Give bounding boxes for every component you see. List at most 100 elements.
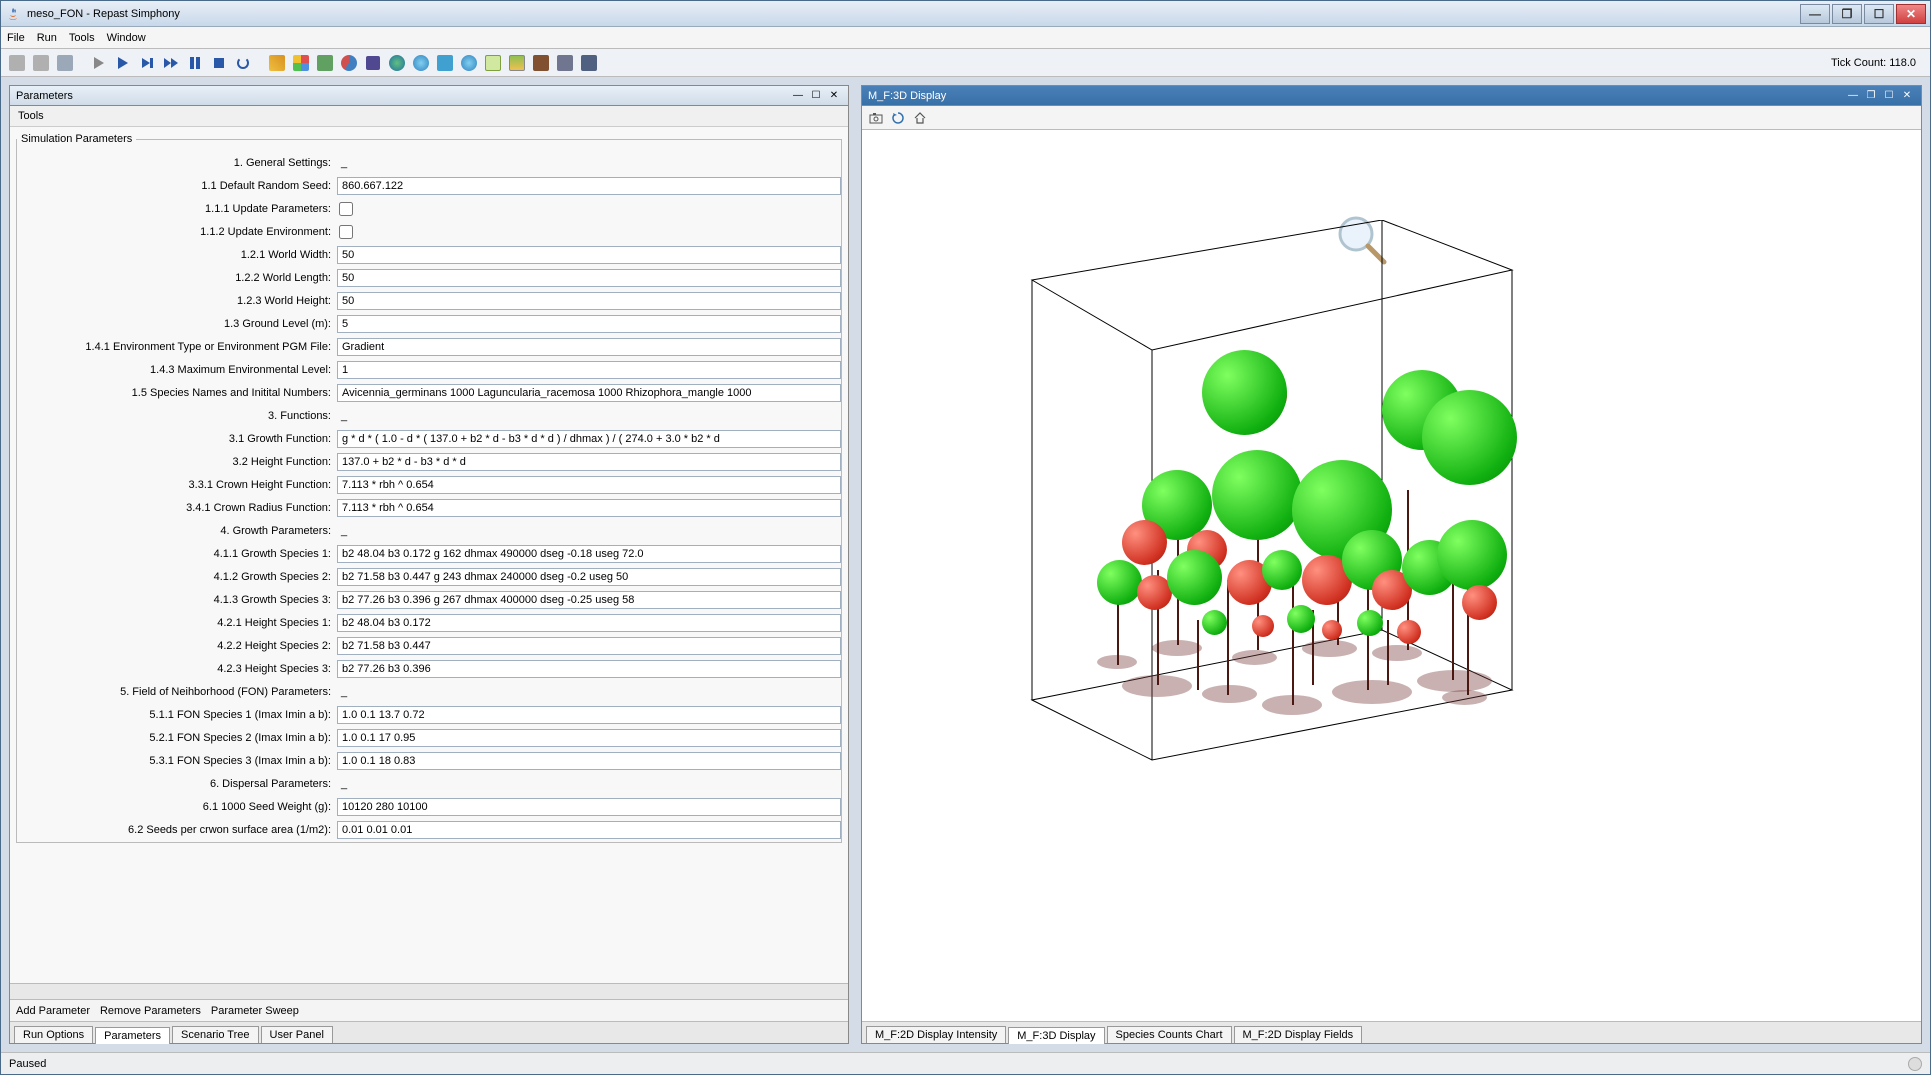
param-label: 4.2.2 Height Species 2:: [17, 640, 337, 652]
step-button[interactable]: [137, 53, 157, 73]
app-window: meso_FON - Repast Simphony — ❐ ☐ ✕ File …: [0, 0, 1931, 1075]
param-input[interactable]: [337, 269, 841, 287]
add-parameter-link[interactable]: Add Parameter: [16, 1005, 90, 1017]
refresh-icon[interactable]: [890, 110, 906, 126]
workspace: Parameters — ☐ ✕ Tools Simulation Parame…: [1, 77, 1930, 1052]
param-input[interactable]: [337, 568, 841, 586]
panel-restore-icon[interactable]: ❐: [1863, 89, 1879, 103]
param-label: 3.2 Height Function:: [17, 456, 337, 468]
tab[interactable]: M_F:2D Display Fields: [1234, 1026, 1363, 1043]
truck-button[interactable]: [579, 53, 599, 73]
param-value: _: [337, 410, 841, 422]
maximize-button[interactable]: ☐: [1864, 4, 1894, 24]
param-input[interactable]: [337, 246, 841, 264]
disk-button[interactable]: [363, 53, 383, 73]
open-button[interactable]: [7, 53, 27, 73]
params-scroll[interactable]: Simulation Parameters 1. General Setting…: [10, 127, 848, 983]
panel-close-icon[interactable]: ✕: [1899, 89, 1915, 103]
restore-button[interactable]: ❐: [1832, 4, 1862, 24]
param-input[interactable]: [337, 453, 841, 471]
tiles-button[interactable]: [291, 53, 311, 73]
horizontal-scrollbar[interactable]: [10, 983, 848, 999]
param-input[interactable]: [337, 706, 841, 724]
reset-button[interactable]: [233, 53, 253, 73]
param-input[interactable]: [337, 430, 841, 448]
menu-tools[interactable]: Tools: [69, 32, 95, 44]
param-input[interactable]: [337, 614, 841, 632]
param-input[interactable]: [337, 821, 841, 839]
param-row: 3.1 Growth Function:: [17, 428, 841, 450]
minimize-button[interactable]: —: [1800, 4, 1830, 24]
param-label: 3.4.1 Crown Radius Function:: [17, 502, 337, 514]
param-checkbox[interactable]: [339, 202, 353, 216]
param-label: 1.1 Default Random Seed:: [17, 180, 337, 192]
tools-label[interactable]: Tools: [10, 106, 848, 127]
globe-button[interactable]: [387, 53, 407, 73]
save-button[interactable]: [31, 53, 51, 73]
settings-button[interactable]: [555, 53, 575, 73]
remove-parameters-link[interactable]: Remove Parameters: [100, 1005, 201, 1017]
init-button[interactable]: [89, 53, 109, 73]
param-label: 1.2.3 World Height:: [17, 295, 337, 307]
param-checkbox[interactable]: [339, 225, 353, 239]
param-input[interactable]: [337, 545, 841, 563]
tab[interactable]: User Panel: [261, 1026, 333, 1043]
param-input[interactable]: [337, 591, 841, 609]
param-input[interactable]: [337, 384, 841, 402]
stop-button[interactable]: [209, 53, 229, 73]
param-row: 1.4.1 Environment Type or Environment PG…: [17, 336, 841, 358]
param-input[interactable]: [337, 338, 841, 356]
window-title: meso_FON - Repast Simphony: [27, 8, 1800, 20]
movie-button[interactable]: [531, 53, 551, 73]
toolbar: Tick Count: 118.0: [1, 49, 1930, 77]
tab[interactable]: Parameters: [95, 1027, 170, 1044]
close-button[interactable]: ✕: [1896, 4, 1926, 24]
tab[interactable]: Species Counts Chart: [1107, 1026, 1232, 1043]
database-button[interactable]: [55, 53, 75, 73]
fast-forward-button[interactable]: [161, 53, 181, 73]
wand-button[interactable]: [267, 53, 287, 73]
home-icon[interactable]: [912, 110, 928, 126]
param-input[interactable]: [337, 660, 841, 678]
param-input[interactable]: [337, 292, 841, 310]
param-input[interactable]: [337, 637, 841, 655]
tab[interactable]: Run Options: [14, 1026, 93, 1043]
param-input[interactable]: [337, 476, 841, 494]
menu-file[interactable]: File: [7, 32, 25, 44]
titlebar: meso_FON - Repast Simphony — ❐ ☐ ✕: [1, 1, 1930, 27]
photo-button[interactable]: [507, 53, 527, 73]
tab[interactable]: Scenario Tree: [172, 1026, 258, 1043]
display-toolbar: [862, 106, 1921, 130]
output-button[interactable]: [435, 53, 455, 73]
panel-min-icon[interactable]: —: [1845, 89, 1861, 103]
param-input[interactable]: [337, 361, 841, 379]
play-button[interactable]: [113, 53, 133, 73]
tab[interactable]: M_F:2D Display Intensity: [866, 1026, 1006, 1043]
param-row: 4.2.3 Height Species 3:: [17, 658, 841, 680]
param-input[interactable]: [337, 315, 841, 333]
pause-button[interactable]: [185, 53, 205, 73]
param-input[interactable]: [337, 752, 841, 770]
camera-icon[interactable]: [868, 110, 884, 126]
globe2-button[interactable]: [411, 53, 431, 73]
param-input[interactable]: [337, 177, 841, 195]
menu-window[interactable]: Window: [107, 32, 146, 44]
panel-min-icon[interactable]: —: [790, 89, 806, 103]
param-label: 1.2.2 World Length:: [17, 272, 337, 284]
param-input[interactable]: [337, 798, 841, 816]
param-label: 5.2.1 FON Species 2 (Imax Imin a b):: [17, 732, 337, 744]
parameter-sweep-link[interactable]: Parameter Sweep: [211, 1005, 299, 1017]
3d-viewport[interactable]: [862, 130, 1921, 1021]
panel-max-icon[interactable]: ☐: [808, 89, 824, 103]
panel-close-icon[interactable]: ✕: [826, 89, 842, 103]
sheet-button[interactable]: [483, 53, 503, 73]
tab[interactable]: M_F:3D Display: [1008, 1027, 1104, 1044]
chart-button[interactable]: [339, 53, 359, 73]
param-input[interactable]: [337, 729, 841, 747]
network-button[interactable]: [459, 53, 479, 73]
panel-max-icon[interactable]: ☐: [1881, 89, 1897, 103]
param-input[interactable]: [337, 499, 841, 517]
agents-button[interactable]: [315, 53, 335, 73]
param-row: 3.2 Height Function:: [17, 451, 841, 473]
menu-run[interactable]: Run: [37, 32, 57, 44]
